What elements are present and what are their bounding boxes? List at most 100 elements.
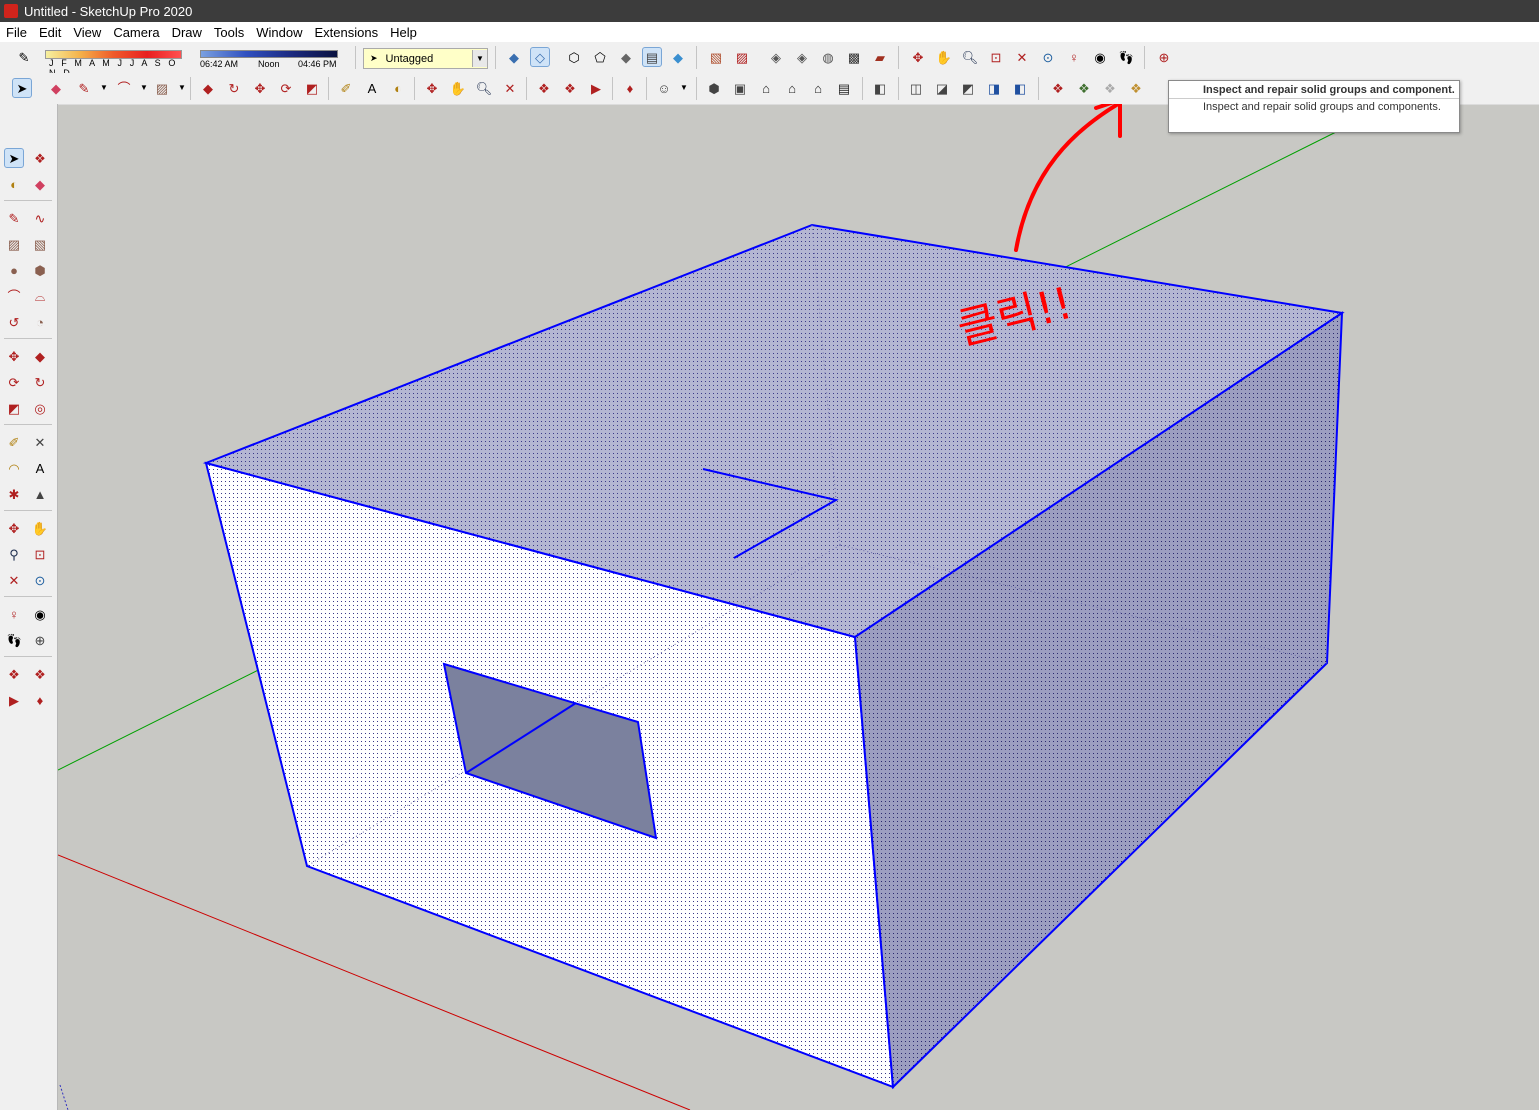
3d-text-icon[interactable]: ▲ — [30, 484, 50, 504]
style-dark-icon[interactable]: ▩ — [844, 47, 864, 67]
look-around-icon[interactable]: ◉ — [1090, 47, 1110, 67]
share-model-icon[interactable]: ❖ — [30, 664, 50, 684]
arc-icon[interactable]: ⌒ — [114, 78, 134, 98]
dimension-icon[interactable]: ✕ — [30, 432, 50, 452]
share-model-icon[interactable]: ❖ — [560, 78, 580, 98]
back-view-icon[interactable]: ⌂ — [808, 78, 828, 98]
3d-warehouse-icon[interactable]: ❖ — [4, 664, 24, 684]
previous-view-icon[interactable]: ⊙ — [1038, 47, 1058, 67]
monochrome-icon[interactable]: ◆ — [668, 47, 688, 67]
zoom-icon-2[interactable]: 🔍︎ — [474, 78, 494, 98]
section-plane-icon[interactable]: ▧ — [706, 47, 726, 67]
shadow-toggle-icon[interactable]: ✎ — [14, 47, 34, 67]
shadow-month-slider[interactable]: J F M A M J J A S O N D — [45, 49, 182, 78]
right-view-icon[interactable]: ⌂ — [782, 78, 802, 98]
line-icon[interactable]: ✎ — [4, 208, 24, 228]
rotate-icon[interactable]: ⟳ — [4, 372, 24, 392]
chevron-down-icon[interactable]: ▼ — [134, 78, 154, 98]
model-viewport[interactable]: 클릭!! — [58, 104, 1539, 1110]
zoom-window-icon[interactable]: ⊡ — [986, 47, 1006, 67]
wireframe-icon[interactable]: ⬡ — [564, 47, 584, 67]
select-tool-icon[interactable]: ➤ — [12, 78, 32, 98]
shadow-time-slider[interactable]: 06:42 AM Noon 04:46 PM — [198, 48, 340, 69]
pan-icon-2[interactable]: ✋ — [448, 78, 468, 98]
chevron-down-icon[interactable]: ▼ — [172, 78, 192, 98]
shaded-icon[interactable]: ◆ — [616, 47, 636, 67]
polygon-icon[interactable]: ⬢ — [30, 260, 50, 280]
menu-file[interactable]: File — [0, 25, 33, 40]
user-account-icon[interactable]: ☺ — [654, 78, 674, 98]
menu-camera[interactable]: Camera — [107, 25, 165, 40]
share-component-icon[interactable]: ▶ — [586, 78, 606, 98]
section-plane-icon[interactable]: ⊕ — [30, 630, 50, 650]
zoom-extents-icon-2[interactable]: ✕ — [500, 78, 520, 98]
zoom-icon[interactable]: ⚲ — [4, 544, 24, 564]
split-icon[interactable]: ◧ — [1010, 78, 1030, 98]
menu-edit[interactable]: Edit — [33, 25, 67, 40]
menu-extensions[interactable]: Extensions — [309, 25, 385, 40]
walk-icon[interactable]: 👣︎ — [4, 630, 24, 650]
outer-shell-icon[interactable]: ◧ — [870, 78, 890, 98]
hidden-line-icon[interactable]: ⬠ — [590, 47, 610, 67]
orbit-icon-2[interactable]: ✥ — [422, 78, 442, 98]
iso-view-icon[interactable]: ⬢ — [704, 78, 724, 98]
extension-grey-icon[interactable]: ❖ — [1100, 78, 1120, 98]
three-point-arc-icon[interactable]: ↺ — [4, 312, 24, 332]
zoom-extents-icon[interactable]: ✕ — [4, 570, 24, 590]
menu-tools[interactable]: Tools — [208, 25, 250, 40]
walk-icon[interactable]: 👣︎ — [1116, 47, 1136, 67]
extension-yellow-icon[interactable]: ❖ — [1126, 78, 1146, 98]
offset-icon[interactable]: ◎ — [30, 398, 50, 418]
rectangle-icon[interactable]: ▨ — [4, 234, 24, 254]
menu-window[interactable]: Window — [250, 25, 308, 40]
text-tool-icon[interactable]: A — [362, 78, 382, 98]
rectangle-icon[interactable]: ▨ — [152, 78, 172, 98]
pan-icon[interactable]: ✋ — [934, 47, 954, 67]
zoom-extents-icon[interactable]: ✕ — [1012, 47, 1032, 67]
pan-icon[interactable]: ✋ — [30, 518, 50, 538]
orbit-icon[interactable]: ✥ — [908, 47, 928, 67]
rotate-icon[interactable]: ⟳ — [276, 78, 296, 98]
xray-icon[interactable]: ◆ — [504, 47, 524, 67]
arc-icon[interactable]: ⌒ — [4, 286, 24, 306]
paint-bucket-icon[interactable]: ◐ — [4, 174, 24, 194]
style-red-icon[interactable]: ▰ — [870, 47, 890, 67]
freehand-icon[interactable]: ∿ — [30, 208, 50, 228]
orbit-icon[interactable]: ✥ — [4, 518, 24, 538]
zoom-icon[interactable]: 🔍︎ — [960, 47, 980, 67]
chevron-down-icon[interactable]: ▼ — [94, 78, 114, 98]
push-pull-icon[interactable]: ◆ — [30, 346, 50, 366]
menu-draw[interactable]: Draw — [166, 25, 208, 40]
pie-icon[interactable]: ◔ — [30, 312, 50, 332]
move-icon[interactable]: ✥ — [4, 346, 24, 366]
extension-warehouse-icon[interactable]: ♦ — [620, 78, 640, 98]
previous-view-icon[interactable]: ⊙ — [30, 570, 50, 590]
protractor-icon[interactable]: ◠ — [4, 458, 24, 478]
trim-icon[interactable]: ◨ — [984, 78, 1004, 98]
menu-view[interactable]: View — [67, 25, 107, 40]
scale-icon[interactable]: ◩ — [302, 78, 322, 98]
rotated-rectangle-icon[interactable]: ▧ — [30, 234, 50, 254]
solid-inspector-icon[interactable]: ⊕ — [1154, 47, 1174, 67]
chevron-down-icon[interactable]: ▼ — [472, 50, 487, 67]
eraser-icon[interactable]: ◆ — [46, 78, 66, 98]
style-house-icon[interactable]: ◈ — [792, 47, 812, 67]
follow-me-icon[interactable]: ↻ — [30, 372, 50, 392]
tag-dropdown[interactable]: ➤ Untagged ▼ — [363, 48, 488, 69]
shaded-textures-icon[interactable]: ▤ — [642, 47, 662, 67]
menu-help[interactable]: Help — [384, 25, 423, 40]
extension-green-icon[interactable]: ❖ — [1074, 78, 1094, 98]
extension-red-icon[interactable]: ❖ — [1048, 78, 1068, 98]
tape-measure-icon[interactable]: ✐ — [4, 432, 24, 452]
zoom-window-icon[interactable]: ⊡ — [30, 544, 50, 564]
two-point-arc-icon[interactable]: ⌓ — [30, 286, 50, 306]
paint-bucket-icon[interactable]: ◐ — [388, 78, 408, 98]
back-edges-icon[interactable]: ◇ — [530, 47, 550, 67]
section-cut-icon[interactable]: ▨ — [732, 47, 752, 67]
move-icon[interactable]: ✥ — [250, 78, 270, 98]
make-component-icon[interactable]: ❖ — [30, 148, 50, 168]
position-camera-icon[interactable]: ♀ — [4, 604, 24, 624]
style-sketch-icon[interactable]: ◍ — [818, 47, 838, 67]
top-view-icon[interactable]: ▣ — [730, 78, 750, 98]
follow-me-icon[interactable]: ↻ — [224, 78, 244, 98]
